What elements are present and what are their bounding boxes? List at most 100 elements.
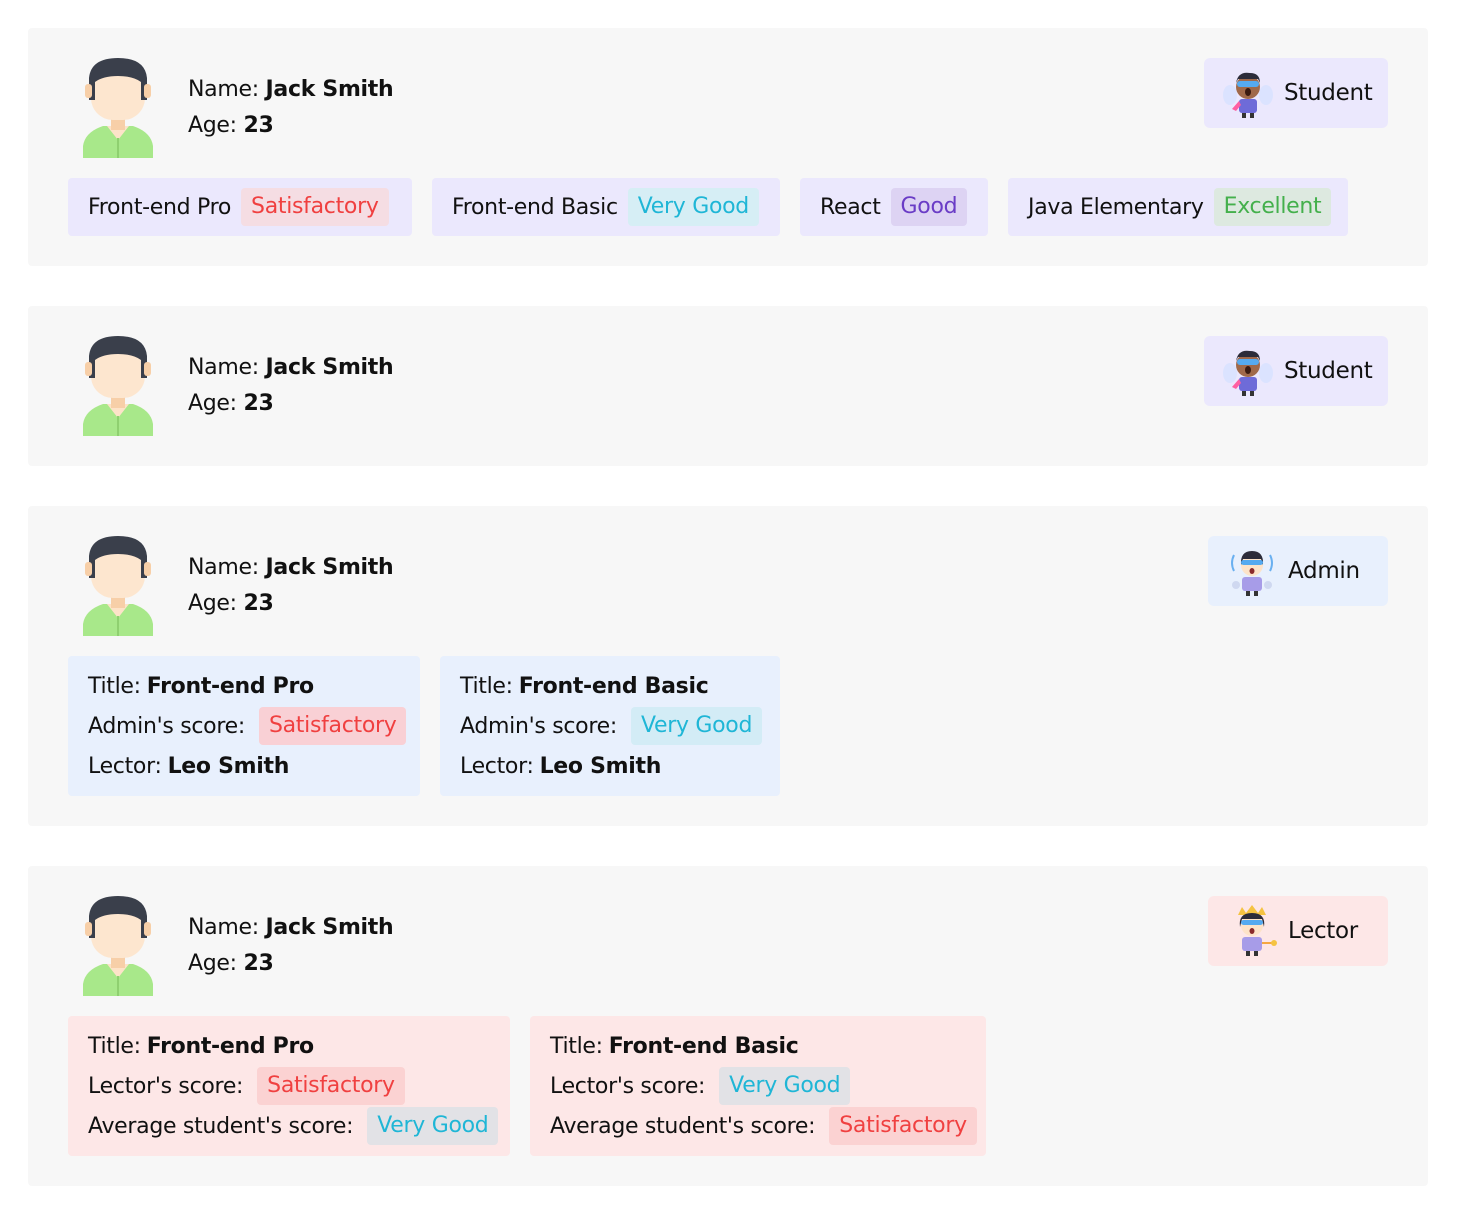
score-badge: Excellent bbox=[1213, 188, 1332, 226]
user-avatar-icon bbox=[83, 896, 153, 996]
score-badge: Very Good bbox=[627, 188, 759, 226]
lector-name: Leo Smith bbox=[167, 753, 290, 779]
course-title: Front-end Basic bbox=[608, 1033, 799, 1059]
course-detail-card: Title: Front-end Basic Admin's score: Very… bbox=[440, 656, 780, 796]
role-badge: Lector bbox=[1208, 896, 1388, 966]
user-info: Name: Jack Smith Age: 23 bbox=[188, 350, 394, 422]
avg-score-row: Average student's score: Very Good bbox=[88, 1106, 499, 1146]
avg-score-label: Average student's score: bbox=[550, 1113, 816, 1139]
admin-score-label: Admin's score: bbox=[88, 713, 245, 739]
lector-score-row: Lector's score: Very Good bbox=[550, 1066, 966, 1106]
score-badge: Satisfactory bbox=[258, 707, 407, 745]
name-row: Name: Jack Smith bbox=[188, 550, 394, 586]
title-row: Title: Front-end Basic bbox=[550, 1026, 966, 1066]
course-detail-card: Title: Front-end Pro Lector's score: Satis… bbox=[68, 1016, 510, 1156]
course-title: Java Elementary bbox=[1028, 194, 1204, 220]
lector-row: Lector: Leo Smith bbox=[460, 746, 760, 786]
user-card-student: Name: Jack Smith Age: 23 Student bbox=[28, 306, 1428, 466]
age-row: Age: 23 bbox=[188, 386, 393, 422]
age-value: 23 bbox=[243, 113, 274, 138]
age-label: Age: bbox=[188, 591, 237, 616]
age-value: 23 bbox=[243, 391, 274, 416]
title-label: Title: bbox=[88, 1033, 141, 1059]
admin-score-row: Admin's score: Satisfactory bbox=[88, 706, 407, 746]
score-badge: Satisfactory bbox=[257, 1067, 405, 1105]
name-value: Jack Smith bbox=[265, 915, 394, 940]
course-title: Front-end Basic bbox=[518, 673, 709, 699]
lector-label: Lector: bbox=[88, 753, 162, 779]
score-badge: Very Good bbox=[719, 1067, 851, 1105]
role-badge: Student bbox=[1204, 336, 1388, 406]
score-badge: Very Good bbox=[630, 707, 763, 745]
admin-score-label: Admin's score: bbox=[460, 713, 617, 739]
name-value: Jack Smith bbox=[265, 555, 394, 580]
role-label: Admin bbox=[1288, 558, 1360, 584]
lector-score-label: Lector's score: bbox=[88, 1073, 244, 1099]
course-detail-card: Title: Front-end Basic Lector's score: Ver… bbox=[530, 1016, 986, 1156]
name-value: Jack Smith bbox=[265, 77, 394, 102]
course-chip: Front-end Pro Satisfactory bbox=[68, 178, 412, 236]
name-row: Name: Jack Smith bbox=[188, 350, 394, 386]
age-row: Age: 23 bbox=[188, 586, 393, 622]
title-row: Title: Front-end Pro bbox=[88, 666, 400, 706]
age-label: Age: bbox=[188, 113, 237, 138]
course-title: Front-end Pro bbox=[146, 673, 314, 699]
course-title: React bbox=[820, 194, 881, 220]
course-chip: React Good bbox=[800, 178, 988, 236]
lector-score-row: Lector's score: Satisfactory bbox=[88, 1066, 490, 1106]
role-label: Lector bbox=[1288, 918, 1358, 944]
course-chip: Java Elementary Excellent bbox=[1008, 178, 1348, 236]
lector-hero-icon bbox=[1226, 905, 1278, 957]
admin-score-row: Admin's score: Very Good bbox=[460, 706, 763, 746]
lector-label: Lector: bbox=[460, 753, 534, 779]
student-hero-icon bbox=[1222, 345, 1274, 397]
student-hero-icon bbox=[1222, 67, 1274, 119]
user-info: Name: Jack Smith Age: 23 bbox=[188, 550, 394, 622]
age-value: 23 bbox=[243, 951, 274, 976]
course-title: Front-end Basic bbox=[452, 194, 618, 220]
name-label: Name: bbox=[188, 77, 259, 102]
age-label: Age: bbox=[188, 951, 237, 976]
avg-score-label: Average student's score: bbox=[88, 1113, 354, 1139]
age-row: Age: 23 bbox=[188, 108, 393, 144]
title-row: Title: Front-end Basic bbox=[460, 666, 760, 706]
user-info: Name: Jack Smith Age: 23 bbox=[188, 72, 394, 144]
lector-name: Leo Smith bbox=[539, 753, 662, 779]
title-row: Title: Front-end Pro bbox=[88, 1026, 490, 1066]
name-label: Name: bbox=[188, 915, 259, 940]
user-card-lector: Name: Jack Smith Age: 23 Lector Title: Fr… bbox=[28, 866, 1428, 1186]
role-badge: Admin bbox=[1208, 536, 1388, 606]
role-label: Student bbox=[1284, 80, 1373, 106]
title-label: Title: bbox=[460, 673, 513, 699]
name-value: Jack Smith bbox=[265, 355, 394, 380]
course-chip: Front-end Basic Very Good bbox=[432, 178, 780, 236]
user-avatar-icon bbox=[83, 58, 153, 158]
lector-row: Lector: Leo Smith bbox=[88, 746, 400, 786]
title-label: Title: bbox=[550, 1033, 603, 1059]
admin-hero-icon bbox=[1226, 545, 1278, 597]
score-badge: Satisfactory bbox=[829, 1107, 977, 1145]
name-row: Name: Jack Smith bbox=[188, 910, 394, 946]
score-badge: Very Good bbox=[367, 1107, 499, 1145]
role-badge: Student bbox=[1204, 58, 1388, 128]
age-value: 23 bbox=[243, 591, 274, 616]
age-row: Age: 23 bbox=[188, 946, 393, 982]
user-avatar-icon bbox=[83, 536, 153, 636]
user-info: Name: Jack Smith Age: 23 bbox=[188, 910, 394, 982]
name-label: Name: bbox=[188, 355, 259, 380]
user-card-student-courses: Name: Jack Smith Age: 23 Student Front-e… bbox=[28, 28, 1428, 266]
score-badge: Good bbox=[890, 188, 968, 226]
course-title: Front-end Pro bbox=[88, 194, 232, 220]
role-label: Student bbox=[1284, 358, 1373, 384]
name-label: Name: bbox=[188, 555, 259, 580]
title-label: Title: bbox=[88, 673, 141, 699]
course-detail-card: Title: Front-end Pro Admin's score: Satisf… bbox=[68, 656, 420, 796]
name-row: Name: Jack Smith bbox=[188, 72, 394, 108]
lector-score-label: Lector's score: bbox=[550, 1073, 706, 1099]
user-card-admin: Name: Jack Smith Age: 23 Admin Title: Fro… bbox=[28, 506, 1428, 826]
age-label: Age: bbox=[188, 391, 237, 416]
user-avatar-icon bbox=[83, 336, 153, 436]
course-title: Front-end Pro bbox=[146, 1033, 314, 1059]
avg-score-row: Average student's score: Satisfactory bbox=[550, 1106, 977, 1146]
score-badge: Satisfactory bbox=[241, 188, 389, 226]
